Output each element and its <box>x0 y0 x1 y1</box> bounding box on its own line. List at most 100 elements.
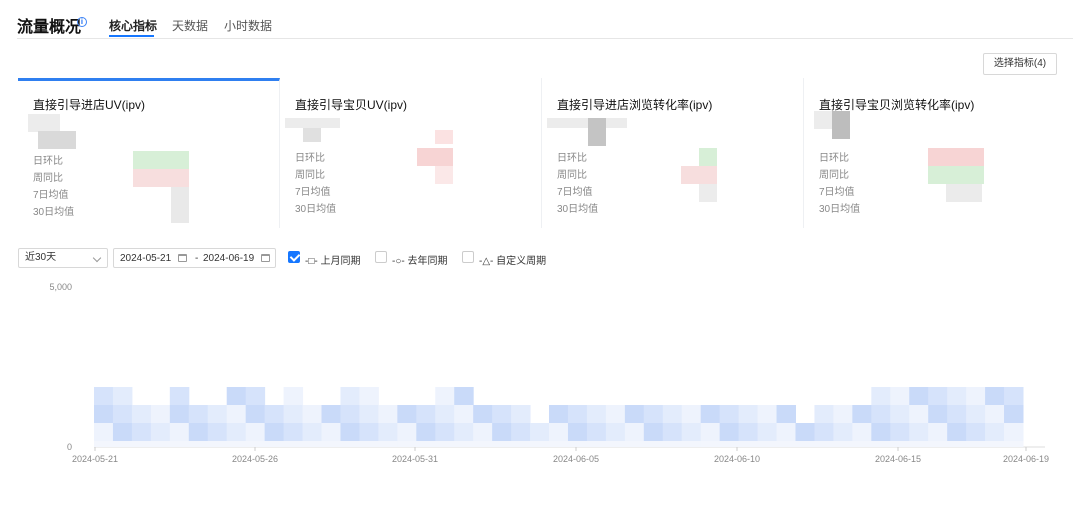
metric-card-store-cvr[interactable]: 直接引导进店浏览转化率(ipv) 日环比 周同比 7日均值 30日均值 <box>542 78 804 228</box>
series-block <box>435 405 455 423</box>
series-block <box>454 441 474 447</box>
series-block <box>112 441 133 447</box>
series-block <box>207 441 228 447</box>
redacted-value <box>171 187 189 223</box>
card-title: 直接引导进店浏览转化率(ipv) <box>557 98 713 112</box>
series-block <box>549 441 569 447</box>
series-block <box>738 405 759 423</box>
select-metrics-button[interactable]: 选择指标(4) <box>983 53 1057 75</box>
series-block <box>321 441 341 447</box>
series-block <box>245 405 266 423</box>
tab-hourly-data[interactable]: 小时数据 <box>224 17 272 34</box>
series-block <box>530 441 550 447</box>
trend-chart[interactable]: 5,000 02024-05-21 2024-05-26 2024-05-31 2024… <box>0 280 1080 480</box>
series-block <box>94 423 114 441</box>
series-block <box>226 405 247 423</box>
metric-card-item-cvr[interactable]: 直接引导宝贝浏览转化率(ipv) 日环比 周同比 7日均值 30日均值 <box>804 78 1066 228</box>
date-start[interactable]: 2024-05-21 <box>120 253 171 264</box>
change-indicator <box>417 148 453 166</box>
series-block <box>605 405 626 423</box>
series-block <box>966 423 986 441</box>
card-row-30d-avg: 30日均值 <box>295 204 337 215</box>
series-block <box>909 405 929 423</box>
tab-core-metrics[interactable]: 核心指标 <box>109 17 157 34</box>
series-block <box>283 423 304 441</box>
series-block <box>264 441 285 447</box>
change-indicator <box>928 148 984 166</box>
series-block <box>814 423 834 441</box>
series-block <box>94 405 114 423</box>
metric-card-store-uv[interactable]: 直接引导进店UV(ipv) 日环比 周同比 7日均值 30日均值 <box>18 78 280 228</box>
series-block <box>643 441 664 447</box>
series-block <box>852 441 872 447</box>
card-row-dod: 日环比 <box>557 153 587 164</box>
series-block <box>283 441 304 447</box>
metric-cards: 直接引导进店UV(ipv) 日环比 周同比 7日均值 30日均值 直接引导宝贝U… <box>18 78 1068 228</box>
range-select-value: 近30天 <box>25 252 57 263</box>
date-range-preset-select[interactable]: 近30天 <box>18 248 108 268</box>
compare-custom-period-checkbox[interactable] <box>462 251 474 263</box>
compare-last-month-checkbox[interactable] <box>288 251 300 263</box>
compare-last-year-checkbox[interactable] <box>375 251 387 263</box>
compare-custom-period-label[interactable]: -△- 自定义周期 <box>479 252 546 267</box>
series-block <box>795 441 815 447</box>
header: 流量概况 i 核心指标 天数据 小时数据 <box>0 0 1080 40</box>
series-block <box>150 441 171 447</box>
series-block <box>567 441 588 447</box>
series-block <box>966 387 986 405</box>
series-block <box>283 405 304 423</box>
compare-last-year-label[interactable]: -○- 去年同期 <box>392 252 447 267</box>
series-block <box>378 423 398 441</box>
series-block <box>662 405 683 423</box>
series-block <box>814 405 834 423</box>
series-block <box>928 387 948 405</box>
series-block <box>416 405 436 423</box>
series-block <box>909 423 929 441</box>
card-row-wow: 周同比 <box>295 170 325 181</box>
date-end[interactable]: 2024-06-19 <box>203 253 254 264</box>
series-block <box>1004 405 1024 423</box>
series-block <box>435 441 455 447</box>
series-block <box>586 441 607 447</box>
series-block <box>985 423 1005 441</box>
series-block <box>264 405 285 423</box>
change-indicator <box>681 166 717 184</box>
card-row-wow: 周同比 <box>819 170 849 181</box>
info-icon[interactable]: i <box>77 17 87 27</box>
series-block <box>719 423 740 441</box>
series-block <box>207 423 228 441</box>
metric-card-item-uv[interactable]: 直接引导宝贝UV(ipv) 日环比 周同比 7日均值 30日均值 <box>280 78 542 228</box>
series-block <box>662 441 683 447</box>
series-block <box>454 387 474 405</box>
series-block <box>112 405 133 423</box>
series-block <box>928 441 948 447</box>
card-row-7d-avg: 7日均值 <box>557 187 593 198</box>
series-block <box>302 405 323 423</box>
x-tick-label: 2024-05-21 <box>72 454 118 464</box>
series-block <box>871 387 891 405</box>
series-block <box>473 405 493 423</box>
series-block <box>757 441 778 447</box>
series-block <box>947 423 967 441</box>
series-block <box>188 441 209 447</box>
series-block <box>624 423 645 441</box>
series-block <box>700 423 721 441</box>
series-block <box>776 441 796 447</box>
series-block <box>473 441 493 447</box>
series-block <box>94 441 114 447</box>
series-block <box>397 405 417 423</box>
card-row-30d-avg: 30日均值 <box>819 204 861 215</box>
series-block <box>169 387 190 405</box>
date-range-picker[interactable]: 2024-05-21 - 2024-06-19 <box>113 248 276 268</box>
series-block <box>871 423 891 441</box>
card-row-30d-avg: 30日均值 <box>557 204 599 215</box>
series-block <box>283 387 304 405</box>
tab-daily-data[interactable]: 天数据 <box>172 17 208 34</box>
series-block <box>169 441 190 447</box>
series-block <box>985 387 1005 405</box>
series-block <box>245 423 266 441</box>
series-block <box>719 405 740 423</box>
series-block <box>150 423 171 441</box>
compare-last-month-label[interactable]: -□- 上月同期 <box>305 252 360 267</box>
series-block <box>340 423 360 441</box>
